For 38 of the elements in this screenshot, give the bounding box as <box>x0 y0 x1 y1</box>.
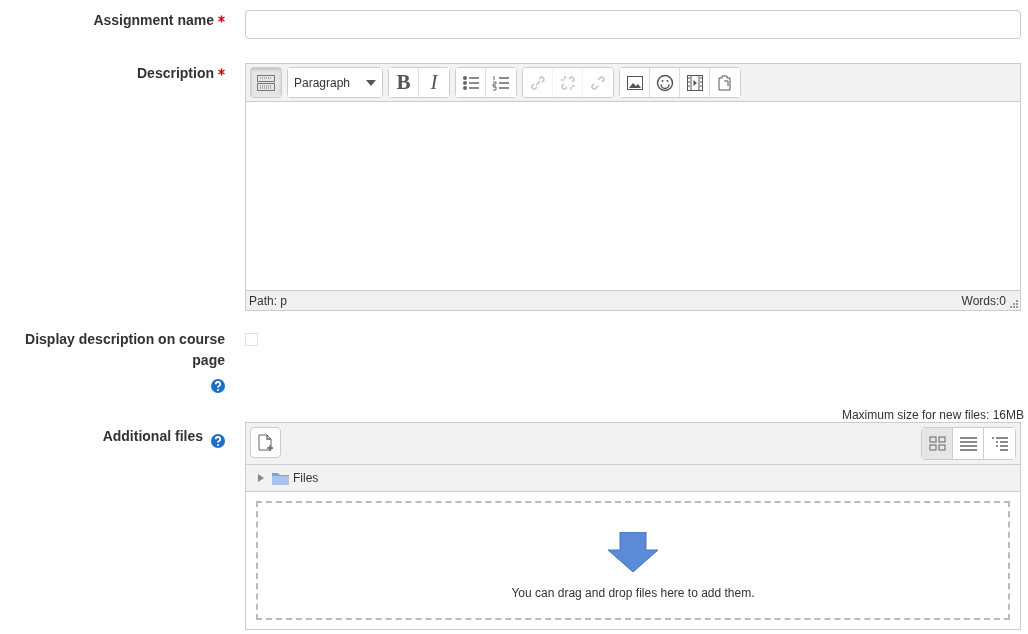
bold-button[interactable]: B <box>389 68 419 97</box>
resize-grip-icon[interactable] <box>1008 299 1018 310</box>
toggle-button[interactable] <box>251 68 281 97</box>
field-label: Additional files <box>102 427 203 446</box>
max-size-note: Maximum size for new files: 16MB <box>840 408 1024 422</box>
folder-icon <box>272 471 289 485</box>
format-dropdown[interactable]: Paragraph <box>288 68 382 97</box>
smiley-icon <box>655 73 674 92</box>
keyboard-icon <box>257 74 275 91</box>
file-add-icon <box>257 433 274 452</box>
tree-list-icon <box>991 435 1008 452</box>
field-label: Assignment name <box>93 12 214 28</box>
numbered-list-icon <box>492 74 510 91</box>
drop-hint-text: You can drag and drop files here to add them. <box>511 585 755 602</box>
bullets-button[interactable] <box>456 68 486 97</box>
bulleted-list-icon <box>461 74 480 91</box>
list-icon <box>959 435 977 452</box>
text-input[interactable] <box>245 10 1021 39</box>
path-text: Path: p <box>249 292 288 310</box>
image-button[interactable] <box>620 68 650 97</box>
down-arrow-icon <box>608 532 658 572</box>
chain-link-icon <box>529 74 546 91</box>
add-file-button[interactable] <box>250 427 281 458</box>
expand-arrow-icon[interactable] <box>258 474 264 482</box>
field-label: Description <box>137 65 214 81</box>
word-count: Words:0 <box>961 292 1006 310</box>
icon-view-button[interactable] <box>922 428 953 459</box>
chain-icon <box>590 74 606 91</box>
folder-link[interactable]: Files <box>293 469 319 487</box>
broken-chain-icon <box>559 74 576 91</box>
checkbox[interactable] <box>245 333 258 346</box>
clipboard-icon <box>718 74 732 91</box>
caret-icon <box>366 79 376 86</box>
film-icon <box>686 74 703 91</box>
field-label: Display description on course page <box>25 331 225 368</box>
grid-icon <box>928 435 946 452</box>
drop-zone[interactable]: You can drag and drop files here to add them. <box>256 501 1010 620</box>
picture-icon <box>626 74 643 91</box>
